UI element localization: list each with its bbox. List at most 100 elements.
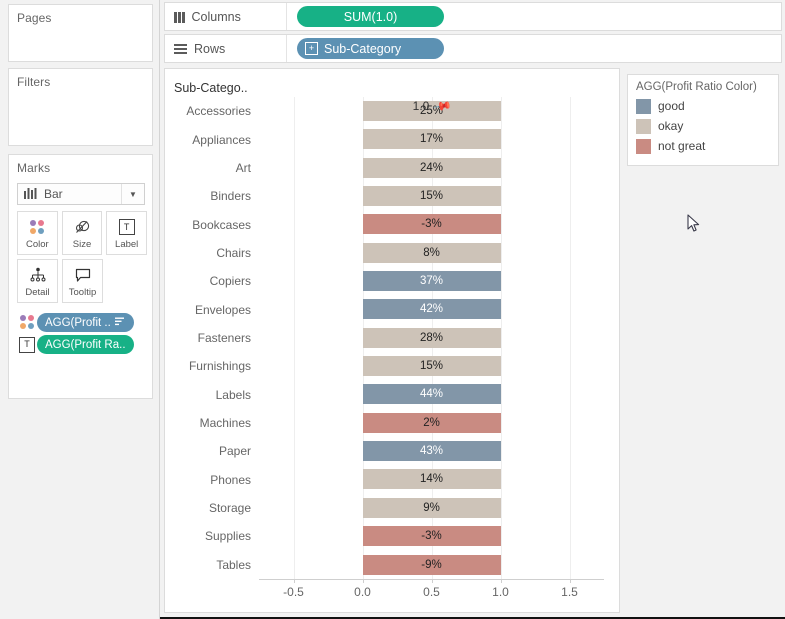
row-header-label[interactable]: Phones bbox=[165, 473, 259, 487]
color-legend-card[interactable]: AGG(Profit Ratio Color) good okay not grea… bbox=[627, 74, 779, 166]
bar-mark[interactable]: -9% bbox=[362, 554, 501, 575]
row-header-label[interactable]: Labels bbox=[165, 388, 259, 402]
legend-item[interactable]: not great bbox=[628, 136, 778, 156]
bar-mark[interactable]: -3% bbox=[362, 526, 501, 547]
bar-mark[interactable]: 15% bbox=[362, 356, 501, 377]
gridline bbox=[500, 352, 502, 381]
mark-type-dropdown[interactable]: Bar ▼ bbox=[17, 183, 145, 205]
bar-mark[interactable]: 9% bbox=[362, 497, 501, 518]
bar-mark[interactable]: -3% bbox=[362, 214, 501, 235]
row-header-label[interactable]: Machines bbox=[165, 416, 259, 430]
marks-pill-label-row[interactable]: T AGG(Profit Ra.. bbox=[17, 335, 149, 354]
bar-mark[interactable]: 14% bbox=[362, 469, 501, 490]
marks-pill-color-row[interactable]: AGG(Profit .. bbox=[17, 313, 149, 332]
bar-chart-icon bbox=[18, 187, 44, 202]
marks-card-title: Marks bbox=[17, 161, 51, 175]
rows-pill[interactable]: + Sub-Category bbox=[297, 38, 444, 59]
detail-button-label: Detail bbox=[25, 286, 50, 298]
legend-item[interactable]: good bbox=[628, 96, 778, 116]
axis-tick-label: 0.0 bbox=[354, 585, 371, 599]
detail-button[interactable]: Detail bbox=[17, 259, 58, 303]
gridline bbox=[293, 380, 295, 409]
columns-pill-area[interactable]: SUM(1.0) bbox=[287, 6, 444, 27]
gridline bbox=[500, 267, 502, 296]
tableau-worksheet: Pages Filters Marks Bar ▼ Color Size T L… bbox=[0, 0, 785, 619]
marks-buttons-grid: Color Size T Label Detail Tooltip bbox=[17, 211, 148, 307]
row-header-label[interactable]: Art bbox=[165, 161, 259, 175]
row-header-label[interactable]: Fasteners bbox=[165, 331, 259, 345]
bar-mark[interactable]: 8% bbox=[362, 242, 501, 263]
bar-mark[interactable]: 15% bbox=[362, 186, 501, 207]
gridline bbox=[293, 493, 295, 523]
row-header-label[interactable]: Accessories bbox=[165, 104, 259, 118]
legend-swatch[interactable] bbox=[636, 138, 651, 154]
columns-shelf[interactable]: Columns SUM(1.0) bbox=[164, 2, 782, 31]
legend-swatch[interactable] bbox=[636, 98, 651, 114]
color-legend-title: AGG(Profit Ratio Color) bbox=[636, 81, 757, 93]
gridline bbox=[293, 153, 295, 183]
bar-mark[interactable]: 42% bbox=[362, 299, 501, 320]
row-header-label[interactable]: Chairs bbox=[165, 246, 259, 260]
legend-label: okay bbox=[658, 119, 684, 133]
row-header-label[interactable]: Copiers bbox=[165, 274, 259, 288]
visualization-panel[interactable]: Sub-Catego.. Accessories 25% Appliances 17%… bbox=[164, 68, 620, 613]
row-plot-area: 37% bbox=[259, 267, 604, 296]
rows-shelf-label: Rows bbox=[194, 41, 226, 56]
row-plot-area: 14% bbox=[259, 465, 604, 494]
marks-card[interactable]: Marks Bar ▼ Color Size T Label Detail To… bbox=[8, 154, 153, 399]
row-header-label[interactable]: Storage bbox=[165, 501, 259, 515]
gridline bbox=[500, 465, 502, 494]
bar-mark[interactable]: 24% bbox=[362, 157, 501, 178]
rows-shelf[interactable]: Rows + Sub-Category bbox=[164, 34, 782, 63]
gridline bbox=[500, 295, 502, 324]
tooltip-bubble-icon bbox=[73, 265, 93, 286]
row-header-label[interactable]: Paper bbox=[165, 444, 259, 458]
row-plot-area: 9% bbox=[259, 493, 604, 523]
gridline bbox=[569, 550, 571, 579]
gridline bbox=[293, 267, 295, 296]
legend-item[interactable]: okay bbox=[628, 116, 778, 136]
row-plot-area: 43% bbox=[259, 437, 604, 466]
gridline bbox=[500, 153, 502, 183]
axis-tick bbox=[500, 579, 502, 583]
gridline bbox=[569, 380, 571, 409]
chevron-down-icon[interactable]: ▼ bbox=[121, 184, 144, 204]
row-header-label[interactable]: Binders bbox=[165, 189, 259, 203]
bar-mark[interactable]: 44% bbox=[362, 384, 501, 405]
gridline bbox=[500, 380, 502, 409]
bar-mark[interactable]: 43% bbox=[362, 441, 501, 462]
bar-mark[interactable]: 17% bbox=[362, 129, 501, 150]
columns-pill[interactable]: SUM(1.0) bbox=[297, 6, 444, 27]
legend-label: not great bbox=[658, 139, 706, 153]
chart-row: Labels 44% bbox=[165, 380, 619, 409]
row-header-label[interactable]: Appliances bbox=[165, 133, 259, 147]
gridline bbox=[500, 493, 502, 523]
bar-mark[interactable]: 37% bbox=[362, 271, 501, 292]
gridline bbox=[500, 408, 502, 438]
rows-pill-area[interactable]: + Sub-Category bbox=[287, 38, 444, 59]
gridline bbox=[293, 522, 295, 551]
axis-title-wrap[interactable]: 1.0 📌 bbox=[259, 96, 604, 116]
row-header-label[interactable]: Bookcases bbox=[165, 218, 259, 232]
tooltip-button-label: Tooltip bbox=[68, 286, 97, 298]
marks-pill-label[interactable]: AGG(Profit Ra.. bbox=[37, 335, 134, 354]
filters-card[interactable]: Filters bbox=[8, 68, 153, 146]
row-header-label[interactable]: Tables bbox=[165, 558, 259, 572]
row-header-label[interactable]: Envelopes bbox=[165, 303, 259, 317]
label-button-label: Label bbox=[115, 238, 139, 250]
bar-mark[interactable]: 2% bbox=[362, 412, 501, 433]
legend-swatch[interactable] bbox=[636, 118, 651, 134]
pages-card[interactable]: Pages bbox=[8, 4, 153, 62]
row-plot-area: 42% bbox=[259, 295, 604, 324]
row-header-label[interactable]: Supplies bbox=[165, 529, 259, 543]
tooltip-button[interactable]: Tooltip bbox=[62, 259, 103, 303]
color-button[interactable]: Color bbox=[17, 211, 58, 255]
gridline bbox=[500, 182, 502, 211]
bar-mark[interactable]: 28% bbox=[362, 327, 501, 348]
row-header-label[interactable]: Furnishings bbox=[165, 359, 259, 373]
marks-pill-color[interactable]: AGG(Profit .. bbox=[37, 313, 134, 332]
plus-box-icon[interactable]: + bbox=[305, 42, 318, 55]
label-button[interactable]: T Label bbox=[106, 211, 148, 255]
size-button[interactable]: Size bbox=[61, 211, 103, 255]
mouse-pointer-icon bbox=[687, 214, 701, 234]
